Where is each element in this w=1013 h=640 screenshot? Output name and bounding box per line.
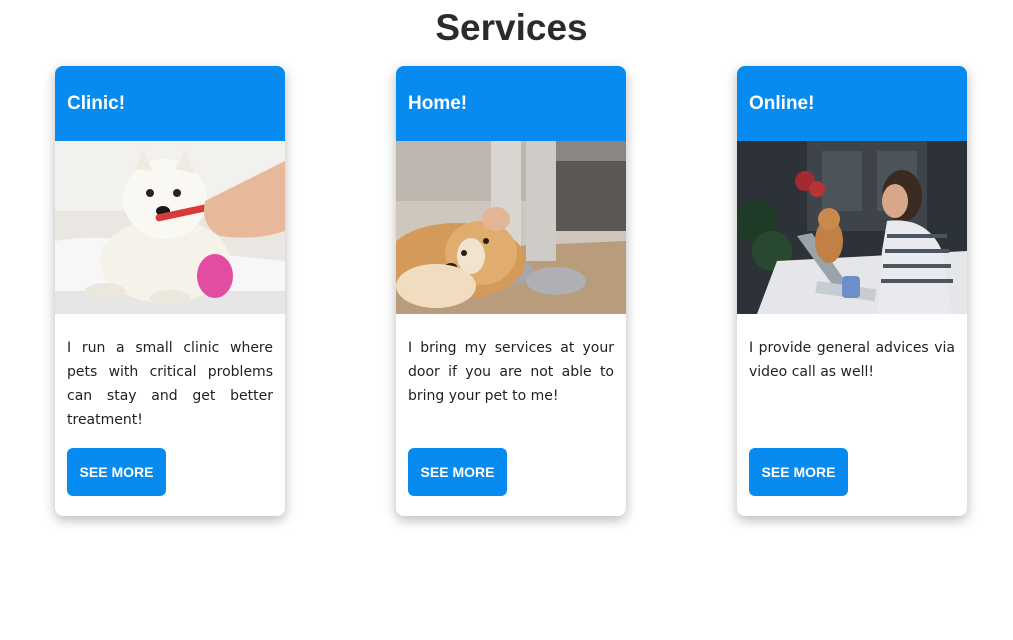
card-description: I run a small clinic where pets with cri… [67, 340, 273, 428]
service-card-clinic: Clinic! I run a small clinic where pets … [55, 66, 285, 516]
card-header: Home! [396, 66, 626, 141]
card-description: I bring my services at your door if you … [408, 340, 614, 404]
service-card-home: Home! I bring my services at your door i… [396, 66, 626, 516]
card-header: Online! [737, 66, 967, 141]
card-body: I run a small clinic where pets with cri… [55, 314, 285, 432]
online-video-call-photo [737, 141, 967, 314]
see-more-button[interactable]: SEE MORE [408, 448, 507, 496]
clinic-dog-photo [55, 141, 285, 314]
card-body: I bring my services at your door if you … [396, 314, 626, 432]
service-card-online: Online! I provide general advices via vi… [737, 66, 967, 516]
card-body: I provide general advices via video call… [737, 314, 967, 432]
card-title: Clinic! [67, 92, 126, 114]
card-title: Online! [749, 92, 815, 114]
card-description: I provide general advices via video call… [749, 340, 955, 380]
see-more-button[interactable]: SEE MORE [67, 448, 166, 496]
home-dog-photo [396, 141, 626, 314]
see-more-button[interactable]: SEE MORE [749, 448, 848, 496]
card-header: Clinic! [55, 66, 285, 141]
page-title: Services [435, 7, 588, 48]
card-title: Home! [408, 92, 468, 114]
